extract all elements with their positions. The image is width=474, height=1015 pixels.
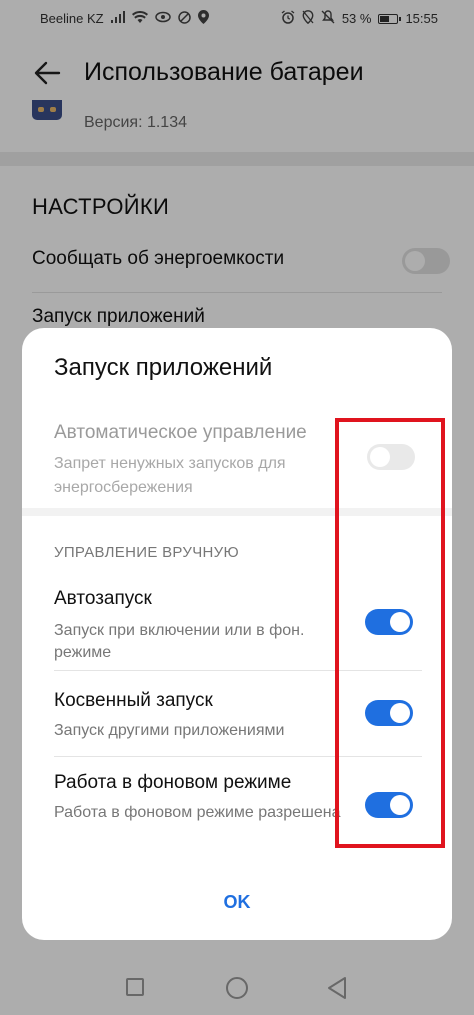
indirect-launch-subtitle: Запуск другими приложениями bbox=[54, 722, 285, 739]
manual-section-header: УПРАВЛЕНИЕ ВРУЧНУЮ bbox=[54, 544, 239, 561]
autostart-subtitle: Запуск при включении или в фон. режиме bbox=[54, 622, 305, 661]
background-run-title: Работа в фоновом режиме bbox=[54, 772, 292, 793]
auto-manage-subtitle: Запрет ненужных запусков для энергосбере… bbox=[54, 455, 286, 496]
ok-button[interactable]: OK bbox=[187, 884, 287, 920]
auto-manage-title: Автоматическое управление bbox=[54, 422, 307, 443]
background-run-subtitle: Работа в фоновом режиме разрешена bbox=[54, 804, 341, 821]
indirect-launch-title: Косвенный запуск bbox=[54, 690, 213, 711]
dialog-title: Запуск приложений bbox=[54, 354, 273, 381]
autostart-title: Автозапуск bbox=[54, 588, 152, 609]
highlight-annotation-box bbox=[335, 418, 445, 848]
